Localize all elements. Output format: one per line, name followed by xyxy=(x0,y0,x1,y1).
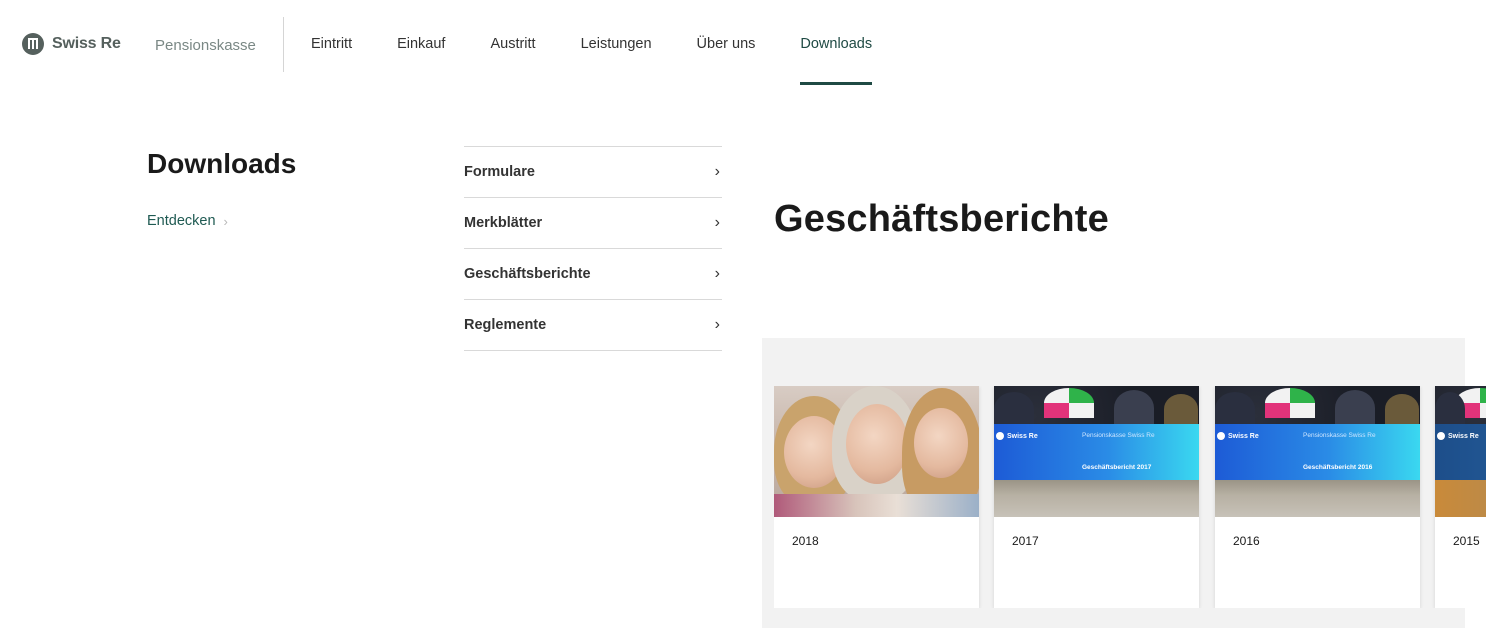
swiss-re-logo-icon xyxy=(1437,432,1445,440)
swiss-re-logo-icon xyxy=(1217,432,1225,440)
report-card-2018[interactable]: 2018 xyxy=(774,386,979,608)
family-photo xyxy=(774,386,979,517)
main-nav: Eintritt Einkauf Austritt Leistungen Übe… xyxy=(311,36,917,85)
report-year: 2017 xyxy=(1012,534,1039,548)
submenu-item-formulare[interactable]: Formulare › xyxy=(464,147,722,198)
report-card-2015[interactable]: Swiss Re 2015 xyxy=(1435,386,1486,608)
cover-org: Pensionskasse Swiss Re xyxy=(1303,432,1376,439)
submenu-item-merkblaetter[interactable]: Merkblätter › xyxy=(464,198,722,249)
nav-item-eintritt[interactable]: Eintritt xyxy=(311,36,352,52)
nav-item-ueber-uns[interactable]: Über uns xyxy=(697,36,756,52)
report-year: 2016 xyxy=(1233,534,1260,548)
nav-item-einkauf[interactable]: Einkauf xyxy=(397,36,445,52)
nav-item-leistungen[interactable]: Leistungen xyxy=(581,36,652,52)
report-cover-image: Swiss Re xyxy=(1435,386,1486,517)
downloads-submenu: Formulare › Merkblätter › Geschäftsberic… xyxy=(464,146,722,351)
logo-text: Swiss Re xyxy=(52,35,121,52)
swiss-re-logo-icon xyxy=(22,33,44,55)
swiss-re-logo-icon xyxy=(996,432,1004,440)
cover-title: Geschäftsbericht 2016 xyxy=(1303,464,1373,471)
explore-link[interactable]: Entdecken › xyxy=(147,213,228,229)
report-year: 2015 xyxy=(1453,534,1480,548)
section-title: Downloads xyxy=(147,148,297,179)
submenu-item-label: Geschäftsberichte xyxy=(464,266,591,282)
header-divider xyxy=(283,17,284,72)
swiss-re-logo[interactable]: Swiss Re xyxy=(22,33,121,55)
brand-subtitle-link[interactable]: Pensionskasse xyxy=(155,37,256,54)
page-title: Geschäftsberichte xyxy=(774,198,1109,240)
site-header: Swiss Re Pensionskasse Eintritt Einkauf … xyxy=(0,0,1500,90)
report-card-2016[interactable]: Swiss Re Pensionskasse Swiss Re Geschäft… xyxy=(1215,386,1420,608)
chevron-right-icon: › xyxy=(714,316,720,333)
submenu-item-label: Formulare xyxy=(464,164,535,180)
submenu-item-geschaeftsberichte[interactable]: Geschäftsberichte › xyxy=(464,249,722,300)
chevron-right-icon: › xyxy=(714,214,720,231)
submenu-item-label: Reglemente xyxy=(464,317,547,333)
explore-link-label: Entdecken xyxy=(147,213,216,229)
cover-logo: Swiss Re xyxy=(996,432,1038,440)
report-cover-image: Swiss Re Pensionskasse Swiss Re Geschäft… xyxy=(994,386,1199,517)
report-year: 2018 xyxy=(792,534,819,548)
nav-item-downloads[interactable]: Downloads xyxy=(800,36,872,85)
cover-logo: Swiss Re xyxy=(1437,432,1479,440)
report-card-2017[interactable]: Swiss Re Pensionskasse Swiss Re Geschäft… xyxy=(994,386,1199,608)
nav-item-austritt[interactable]: Austritt xyxy=(490,36,535,52)
cover-logo: Swiss Re xyxy=(1217,432,1259,440)
report-carousel: 2018 Swiss Re Pensionskasse Swiss Re Ges… xyxy=(774,386,1486,608)
submenu-item-label: Merkblätter xyxy=(464,215,543,231)
report-cover-image: Swiss Re Pensionskasse Swiss Re Geschäft… xyxy=(1215,386,1420,517)
cover-org: Pensionskasse Swiss Re xyxy=(1082,432,1155,439)
submenu-item-reglemente[interactable]: Reglemente › xyxy=(464,300,722,351)
cover-title: Geschäftsbericht 2017 xyxy=(1082,464,1152,471)
chevron-right-icon: › xyxy=(714,265,720,282)
chevron-right-icon: › xyxy=(223,213,228,229)
chevron-right-icon: › xyxy=(714,163,720,180)
